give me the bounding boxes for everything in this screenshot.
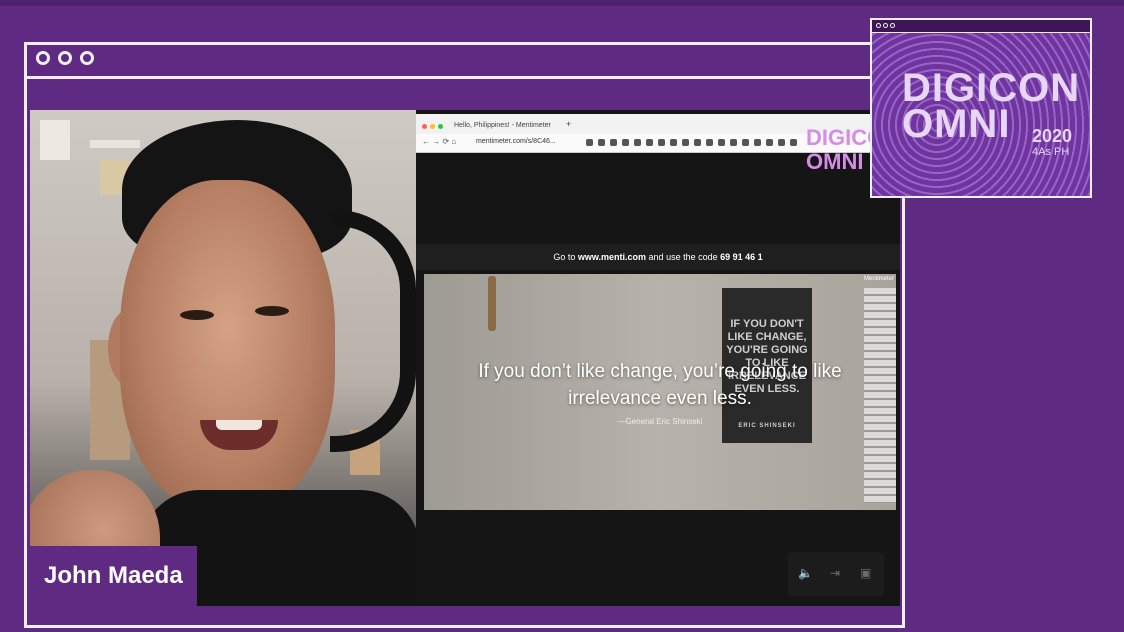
mini-window-dot [890,23,895,28]
menti-site-link[interactable]: www.menti.com [578,252,646,262]
window-dot-3 [80,51,94,65]
extension-icon[interactable] [754,139,761,146]
speaker-name-label: John Maeda [30,546,197,606]
extension-icon[interactable] [694,139,701,146]
media-controls: 🔈 ⇥ ▣ [788,552,884,596]
browser-maximize-dot[interactable] [438,124,443,129]
volume-icon[interactable]: 🔈 [798,567,813,579]
slide-quote: If you don’t like change, you’re going t… [424,358,896,412]
window-titlebar-divider [24,76,905,79]
event-year: 2020 [1032,126,1073,146]
wall-object [488,276,496,331]
menti-code: 69 91 46 1 [720,252,763,262]
browser-tab[interactable]: Hello, Philippines! - Mentimeter [454,122,551,129]
mini-window-dot [883,23,888,28]
extension-icon[interactable] [682,139,689,146]
extension-icon[interactable] [766,139,773,146]
extension-icon[interactable] [718,139,725,146]
extension-icon[interactable] [658,139,665,146]
presentation-slide: IF YOU DON'T LIKE CHANGE, YOU'RE GOING T… [424,274,896,510]
extension-icon[interactable] [742,139,749,146]
extension-icon[interactable] [778,139,785,146]
speaker-eye [255,306,289,316]
event-title-line1: DIGICON [902,66,1081,110]
speaker-teeth [216,420,262,430]
top-strip [0,0,1124,6]
event-logo-window: DIGICON OMNI 2020 4As PH [870,18,1092,198]
extension-icon[interactable] [730,139,737,146]
pip-icon[interactable]: ▣ [860,567,874,579]
exit-icon[interactable]: ⇥ [830,567,844,579]
headphones [330,210,416,452]
menti-instruction-prefix: Go to [553,252,576,262]
window-dot-1 [36,51,50,65]
video-content: John Maeda Hello, Philippines! - Mentime… [30,110,900,606]
browser-close-dot[interactable] [422,124,427,129]
quote-author: —General Eric Shinseki [617,417,703,426]
speaker-face [120,180,335,510]
extension-icon[interactable] [790,139,797,146]
mentimeter-logo: Mentimeter [864,276,895,282]
extension-icon[interactable] [634,139,641,146]
extension-icon[interactable] [622,139,629,146]
extension-icon[interactable] [610,139,617,146]
extension-icon[interactable] [670,139,677,146]
event-organizer: 4As PH [1032,146,1070,158]
shelf [90,140,140,148]
new-tab-button[interactable]: + [566,119,571,129]
browser-nav-icons[interactable]: ← → ⟳ ⌂ [422,137,456,146]
extension-icon[interactable] [646,139,653,146]
speaker-eye [180,310,214,320]
url-field[interactable]: mentimeter.com/s/8C46... [476,138,556,145]
shared-screen: Hello, Philippines! - Mentimeter + ← → ⟳… [416,110,900,606]
mini-window-titlebar [872,20,1090,33]
speaker-camera-feed: John Maeda [30,110,416,606]
quote-line-2: irrelevance even less. [568,388,752,409]
window-controls [36,51,94,65]
quote-line-1: If you don’t like change, you’re going t… [478,361,842,382]
mini-window-dot [876,23,881,28]
extension-icon[interactable] [706,139,713,146]
wall-note [40,120,70,160]
extension-icon[interactable] [586,139,593,146]
extension-icon[interactable] [598,139,605,146]
window-dot-2 [58,51,72,65]
menti-instruction-bar: Go to www.menti.com and use the code 69 … [416,244,900,270]
menti-instruction-mid: and use the code [648,252,718,262]
browser-minimize-dot[interactable] [430,124,435,129]
